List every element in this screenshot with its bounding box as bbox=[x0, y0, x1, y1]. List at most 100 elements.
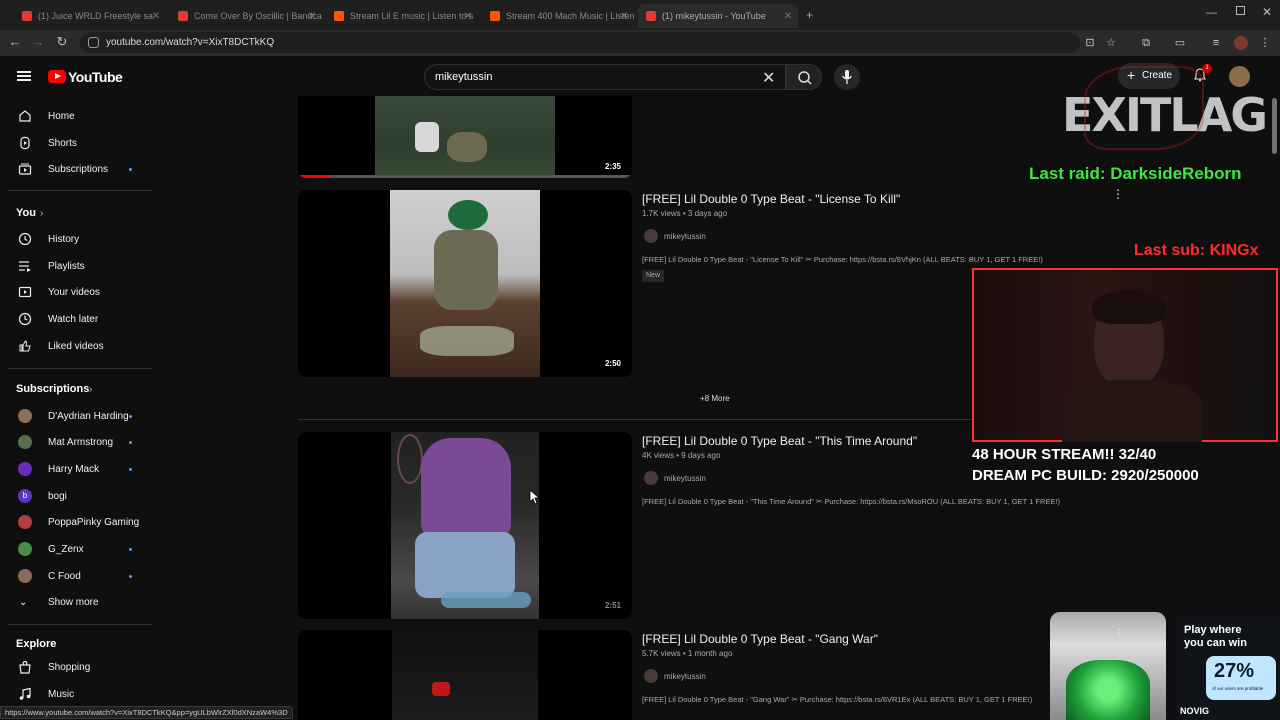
channel-avatar[interactable] bbox=[644, 229, 658, 243]
sidebar-item-label: Shopping bbox=[48, 661, 91, 673]
sidebar-item-shopping[interactable]: Shopping bbox=[0, 654, 150, 680]
music-icon bbox=[19, 687, 31, 700]
media-control-icon[interactable]: ≡ bbox=[1208, 35, 1224, 51]
video-thumbnail[interactable]: 2:35 bbox=[298, 96, 632, 178]
youtube-logo-icon[interactable] bbox=[48, 70, 66, 83]
sidebar-item-label: G_Zenx bbox=[48, 543, 84, 555]
sidebar-sub-item[interactable]: Harry Mack bbox=[0, 456, 150, 482]
sidebar-item-your-videos[interactable]: Your videos bbox=[0, 279, 150, 305]
browser-menu-icon[interactable]: ⋮ bbox=[1257, 35, 1273, 51]
bookmark-star-icon[interactable]: ☆ bbox=[1103, 35, 1119, 51]
search-input[interactable]: mikeytussin bbox=[424, 64, 786, 90]
ad-cup-image: ⋮ bbox=[1050, 612, 1166, 720]
channel-avatar[interactable] bbox=[644, 669, 658, 683]
sidebar-item-subscriptions[interactable]: Subscriptions bbox=[0, 156, 150, 182]
sidebar-item-watch-later[interactable]: Watch later bbox=[0, 306, 150, 332]
browser-tab-active[interactable]: (1) mikeytussin - YouTube ✕ bbox=[638, 4, 798, 28]
video-title[interactable]: [FREE] Lil Double 0 Type Beat - "This Ti… bbox=[642, 434, 917, 448]
channel-name[interactable]: mikeytussin bbox=[664, 474, 706, 483]
clear-search-icon[interactable]: ✕ bbox=[762, 68, 775, 88]
tab-title: (1) mikeytussin - YouTube bbox=[662, 11, 766, 21]
maximize-icon[interactable] bbox=[1236, 6, 1245, 15]
novig-ad[interactable]: Play where you can win 27% of our users … bbox=[1176, 616, 1280, 720]
close-tab-icon[interactable]: ✕ bbox=[620, 11, 628, 22]
close-tab-icon[interactable]: ✕ bbox=[308, 11, 316, 22]
sidebar-sub-item[interactable]: D'Aydrian Harding bbox=[0, 403, 150, 429]
video-title[interactable]: [FREE] Lil Double 0 Type Beat - "Gang Wa… bbox=[642, 632, 878, 646]
sidebar-item-label: D'Aydrian Harding bbox=[48, 410, 129, 422]
video-thumbnail[interactable]: 2:50 bbox=[298, 190, 632, 377]
close-tab-icon[interactable]: ✕ bbox=[784, 11, 792, 22]
watch-progress-track bbox=[298, 175, 632, 178]
ad-headline: you can win bbox=[1184, 637, 1247, 649]
channel-avatar bbox=[18, 569, 32, 583]
new-content-dot bbox=[129, 414, 132, 418]
browser-tab[interactable]: Come Over By Oscillic | Bandcamp ✕ bbox=[170, 4, 322, 28]
minimize-icon[interactable]: — bbox=[1206, 7, 1217, 19]
close-tab-icon[interactable]: ✕ bbox=[152, 11, 160, 22]
more-actions-icon[interactable]: ⋮ bbox=[1114, 628, 1124, 639]
sidebar-item-music[interactable]: Music bbox=[0, 681, 150, 707]
side-panel-icon[interactable]: ▭ bbox=[1172, 35, 1188, 51]
sidebar-subscriptions-header[interactable]: Subscriptions › bbox=[0, 376, 150, 402]
new-content-dot bbox=[129, 547, 132, 551]
channel-avatar[interactable] bbox=[644, 471, 658, 485]
sidebar: Home Shorts Subscriptions You › History … bbox=[0, 96, 160, 720]
last-raid-text: Last raid: DarksideReborn bbox=[1029, 164, 1242, 183]
extensions-icon[interactable]: ⧉ bbox=[1138, 35, 1154, 51]
close-window-icon[interactable]: ✕ bbox=[1262, 5, 1272, 19]
reload-icon[interactable]: ↻ bbox=[53, 34, 71, 50]
back-icon[interactable]: ← bbox=[6, 34, 24, 49]
account-avatar[interactable] bbox=[1229, 66, 1250, 87]
search-button[interactable] bbox=[786, 64, 822, 90]
sidebar-item-home[interactable]: Home bbox=[0, 103, 150, 129]
new-tab-icon[interactable]: + bbox=[806, 8, 813, 22]
sidebar-item-label: Mat Armstrong bbox=[48, 436, 114, 448]
close-tab-icon[interactable]: ✕ bbox=[464, 11, 472, 22]
show-more-button[interactable]: ⌄ Show more bbox=[0, 589, 150, 615]
browser-tab[interactable]: Stream Lil E music | Listen to s ✕ bbox=[326, 4, 478, 28]
profile-avatar[interactable] bbox=[1234, 36, 1248, 50]
browser-tab[interactable]: (1) Juice WRLD Freestyle sa ✕ bbox=[14, 4, 166, 28]
video-thumbnail[interactable] bbox=[298, 630, 632, 720]
sidebar-item-history[interactable]: History bbox=[0, 226, 150, 252]
site-info-icon[interactable] bbox=[88, 37, 99, 48]
sidebar-item-label: PoppaPinky Gaming bbox=[48, 516, 140, 528]
webcam-feed bbox=[972, 268, 1278, 442]
forward-icon[interactable]: → bbox=[29, 34, 47, 49]
voice-search-button[interactable] bbox=[834, 64, 860, 90]
youtube-logo-text[interactable]: YouTube bbox=[68, 69, 123, 85]
tab-title: Stream 400 Mach Music | Listen bbox=[506, 11, 634, 21]
youtube-favicon-icon bbox=[22, 11, 32, 21]
more-actions-icon[interactable]: ⋮ bbox=[1112, 187, 1124, 201]
sidebar-sub-item[interactable]: C Food bbox=[0, 563, 150, 589]
sidebar-sub-item[interactable]: G_Zenx bbox=[0, 536, 150, 562]
channel-avatar bbox=[18, 409, 32, 423]
sidebar-divider bbox=[8, 190, 152, 191]
menu-icon[interactable] bbox=[17, 71, 31, 81]
ad-stat-card: 27% of our users are profitable bbox=[1206, 656, 1276, 700]
sidebar-sub-item[interactable]: PoppaPinky Gaming bbox=[0, 509, 150, 535]
install-app-icon[interactable]: ⊡ bbox=[1082, 35, 1098, 51]
browser-tab[interactable]: Stream 400 Mach Music | Listen ✕ bbox=[482, 4, 634, 28]
thumbnail-image bbox=[415, 122, 439, 152]
page-scrollbar[interactable] bbox=[1272, 98, 1277, 154]
new-content-dot bbox=[129, 440, 132, 444]
youtube-favicon-icon bbox=[178, 11, 188, 21]
channel-name[interactable]: mikeytussin bbox=[664, 672, 706, 681]
ad-cup-image bbox=[1066, 660, 1150, 720]
sidebar-item-label: C Food bbox=[48, 570, 81, 582]
url-field[interactable]: youtube.com/watch?v=XixT8DCTkKQ bbox=[80, 32, 1080, 53]
sidebar-item-playlists[interactable]: Playlists bbox=[0, 253, 150, 279]
sidebar-item-label: Home bbox=[48, 110, 75, 122]
thumbnail-image bbox=[392, 630, 538, 720]
channel-name[interactable]: mikeytussin bbox=[664, 232, 706, 241]
sidebar-item-shorts[interactable]: Shorts bbox=[0, 130, 150, 156]
video-thumbnail[interactable]: 2:51 bbox=[298, 432, 632, 619]
sidebar-sub-item[interactable]: Mat Armstrong bbox=[0, 429, 150, 455]
sidebar-item-liked-videos[interactable]: Liked videos bbox=[0, 333, 150, 359]
sidebar-you-header[interactable]: You › bbox=[0, 200, 150, 226]
youtube-favicon-icon bbox=[646, 11, 656, 21]
video-title[interactable]: [FREE] Lil Double 0 Type Beat - "License… bbox=[642, 192, 900, 206]
sidebar-sub-item[interactable]: b bogi bbox=[0, 483, 150, 509]
